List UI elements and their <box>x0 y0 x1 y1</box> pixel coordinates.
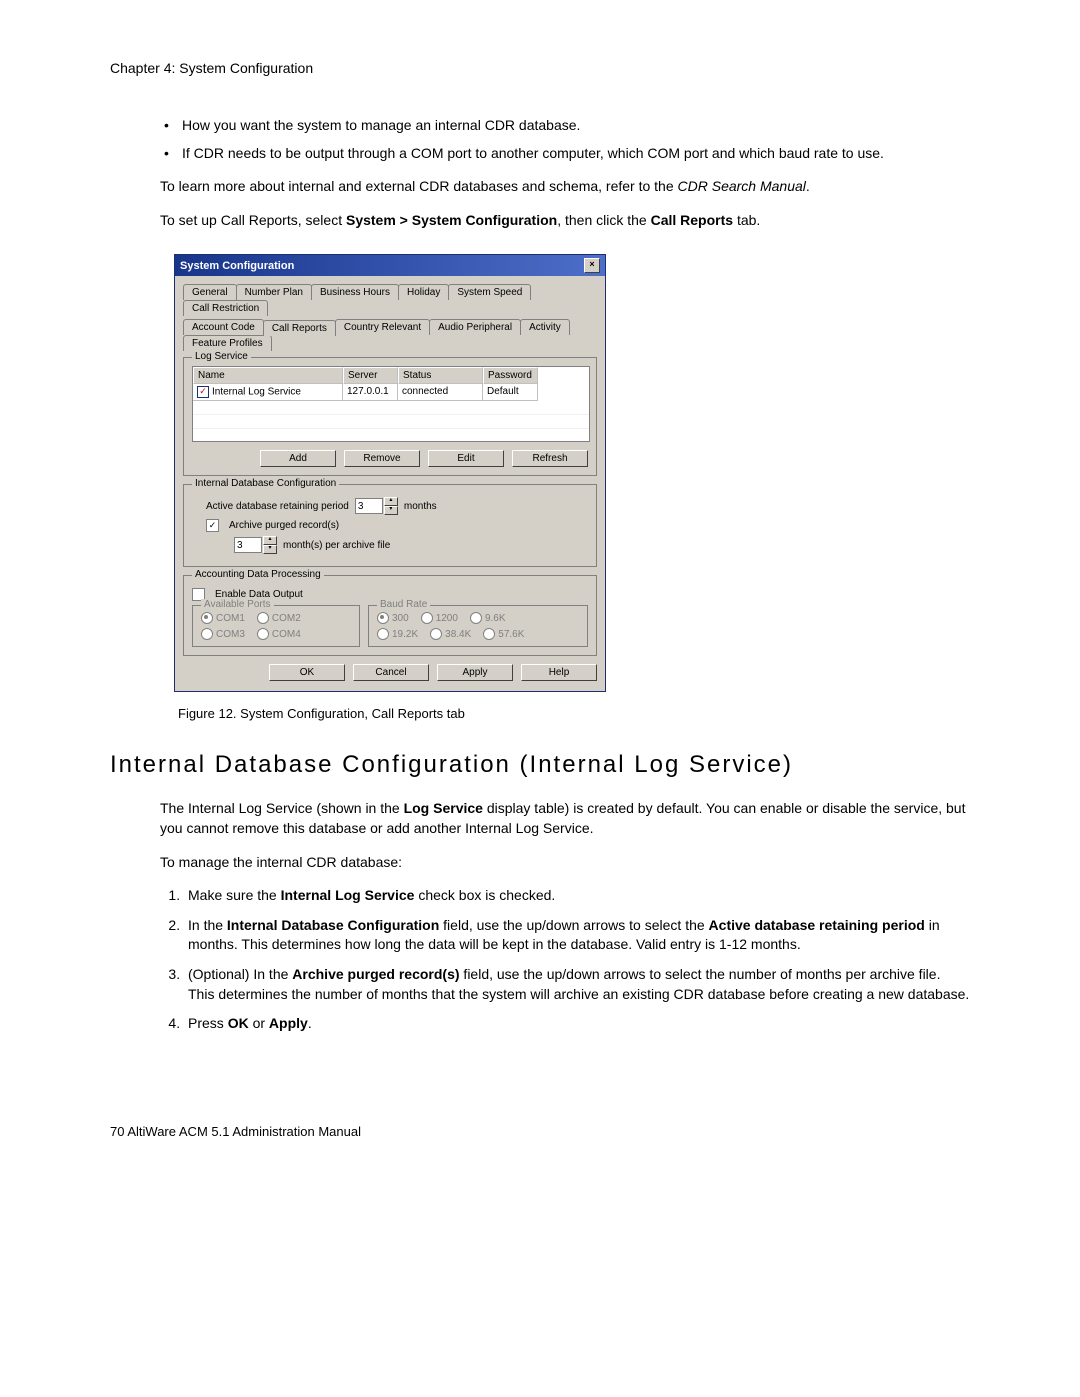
table-row[interactable]: ✓Internal Log Service 127.0.0.1 connecte… <box>193 384 589 401</box>
paragraph: To manage the internal CDR database: <box>160 853 970 873</box>
remove-button[interactable]: Remove <box>344 450 420 467</box>
numbered-list: Make sure the Internal Log Service check… <box>160 886 970 1034</box>
add-button[interactable]: Add <box>260 450 336 467</box>
baud-rate-group: Baud Rate 300 1200 9.6K 19.2K 38.4K 57.6… <box>368 605 588 647</box>
refresh-button[interactable]: Refresh <box>512 450 588 467</box>
spin-down-icon[interactable]: ▾ <box>384 506 398 515</box>
dialog-titlebar: System Configuration × <box>175 255 605 276</box>
group-legend: Available Ports <box>201 599 274 610</box>
tab-feature-profiles[interactable]: Feature Profiles <box>183 335 272 351</box>
radio-com4[interactable]: COM4 <box>257 628 301 640</box>
radio-com2[interactable]: COM2 <box>257 612 301 624</box>
system-configuration-dialog: System Configuration × General Number Pl… <box>174 254 606 692</box>
cell-name: Internal Log Service <box>212 387 301 398</box>
text: . <box>806 178 810 194</box>
spin-up-icon[interactable]: ▴ <box>384 497 398 506</box>
available-ports-group: Available Ports COM1 COM2 COM3 COM4 <box>192 605 360 647</box>
list-item: In the Internal Database Configuration f… <box>184 916 970 955</box>
menu-path: System > System Configuration <box>346 212 557 228</box>
apply-button[interactable]: Apply <box>437 664 513 681</box>
cell-server: 127.0.0.1 <box>343 384 398 401</box>
spin-down-icon[interactable]: ▾ <box>263 545 277 554</box>
group-legend: Baud Rate <box>377 599 430 610</box>
dialog-title: System Configuration <box>180 260 294 272</box>
archive-purged-label: Archive purged record(s) <box>229 520 339 531</box>
column-header-name[interactable]: Name <box>193 367 343 384</box>
log-service-group: Log Service Name Server Status Password … <box>183 357 597 476</box>
group-legend: Accounting Data Processing <box>192 569 324 580</box>
list-item: Press OK or Apply. <box>184 1014 970 1034</box>
radio-baud-9600[interactable]: 9.6K <box>470 612 506 624</box>
radio-com1[interactable]: COM1 <box>201 612 245 624</box>
tab-row-2: Account Code Call Reports Country Releva… <box>183 319 597 351</box>
list-item: Make sure the Internal Log Service check… <box>184 886 970 906</box>
radio-baud-300[interactable]: 300 <box>377 612 409 624</box>
text: To learn more about internal and externa… <box>160 178 678 194</box>
tab-audio-peripheral[interactable]: Audio Peripheral <box>429 319 521 335</box>
tab-activity[interactable]: Activity <box>520 319 570 335</box>
text: To set up Call Reports, select <box>160 212 346 228</box>
accounting-data-group: Accounting Data Processing Enable Data O… <box>183 575 597 656</box>
radio-baud-1200[interactable]: 1200 <box>421 612 458 624</box>
help-button[interactable]: Help <box>521 664 597 681</box>
archive-months-input[interactable] <box>234 537 262 553</box>
group-legend: Log Service <box>192 351 251 362</box>
retain-period-input[interactable] <box>355 498 383 514</box>
term: Log Service <box>404 800 483 816</box>
tab-account-code[interactable]: Account Code <box>183 319 264 335</box>
chapter-header: Chapter 4: System Configuration <box>110 60 970 76</box>
tab-number-plan[interactable]: Number Plan <box>236 284 312 300</box>
group-legend: Internal Database Configuration <box>192 478 339 489</box>
radio-baud-57600[interactable]: 57.6K <box>483 628 524 640</box>
tab-holiday[interactable]: Holiday <box>398 284 449 300</box>
retain-period-spinner[interactable]: ▴▾ <box>355 497 398 515</box>
tab-call-reports[interactable]: Call Reports <box>263 320 336 336</box>
internal-database-group: Internal Database Configuration Active d… <box>183 484 597 567</box>
bullet-list: How you want the system to manage an int… <box>160 116 970 163</box>
log-service-table: Name Server Status Password ✓Internal Lo… <box>192 366 590 442</box>
radio-baud-38400[interactable]: 38.4K <box>430 628 471 640</box>
months-label: months <box>404 501 437 512</box>
cell-status: connected <box>398 384 483 401</box>
tab-general[interactable]: General <box>183 284 237 300</box>
paragraph: To learn more about internal and externa… <box>160 177 970 197</box>
close-icon[interactable]: × <box>584 258 600 273</box>
archive-months-spinner[interactable]: ▴▾ <box>234 536 277 554</box>
tab-country-relevant[interactable]: Country Relevant <box>335 319 430 335</box>
page-footer: 70 AltiWare ACM 5.1 Administration Manua… <box>110 1124 970 1139</box>
figure-caption: Figure 12. System Configuration, Call Re… <box>178 706 970 721</box>
tab-name: Call Reports <box>651 212 733 228</box>
internal-log-service-checkbox[interactable]: ✓ <box>197 386 209 398</box>
archive-purged-checkbox[interactable]: ✓ <box>206 519 219 532</box>
radio-com3[interactable]: COM3 <box>201 628 245 640</box>
tab-row-1: General Number Plan Business Hours Holid… <box>183 284 597 316</box>
text: tab. <box>733 212 760 228</box>
paragraph: The Internal Log Service (shown in the L… <box>160 799 970 838</box>
tab-business-hours[interactable]: Business Hours <box>311 284 399 300</box>
column-header-password[interactable]: Password <box>483 367 538 384</box>
column-header-status[interactable]: Status <box>398 367 483 384</box>
column-header-server[interactable]: Server <box>343 367 398 384</box>
tab-system-speed[interactable]: System Speed <box>448 284 531 300</box>
paragraph: To set up Call Reports, select System > … <box>160 211 970 231</box>
text: The Internal Log Service (shown in the <box>160 800 404 816</box>
bullet-item: How you want the system to manage an int… <box>160 116 970 136</box>
archive-suffix-label: month(s) per archive file <box>283 540 390 551</box>
section-heading: Internal Database Configuration (Interna… <box>110 751 970 779</box>
spin-up-icon[interactable]: ▴ <box>263 536 277 545</box>
tab-call-restriction[interactable]: Call Restriction <box>183 300 268 316</box>
reference-title: CDR Search Manual <box>678 178 806 194</box>
radio-baud-19200[interactable]: 19.2K <box>377 628 418 640</box>
cell-password: Default <box>483 384 538 401</box>
ok-button[interactable]: OK <box>269 664 345 681</box>
cancel-button[interactable]: Cancel <box>353 664 429 681</box>
empty-rows <box>193 401 589 441</box>
edit-button[interactable]: Edit <box>428 450 504 467</box>
retain-label: Active database retaining period <box>206 501 349 512</box>
text: , then click the <box>557 212 650 228</box>
list-item: (Optional) In the Archive purged record(… <box>184 965 970 1004</box>
bullet-item: If CDR needs to be output through a COM … <box>160 144 970 164</box>
